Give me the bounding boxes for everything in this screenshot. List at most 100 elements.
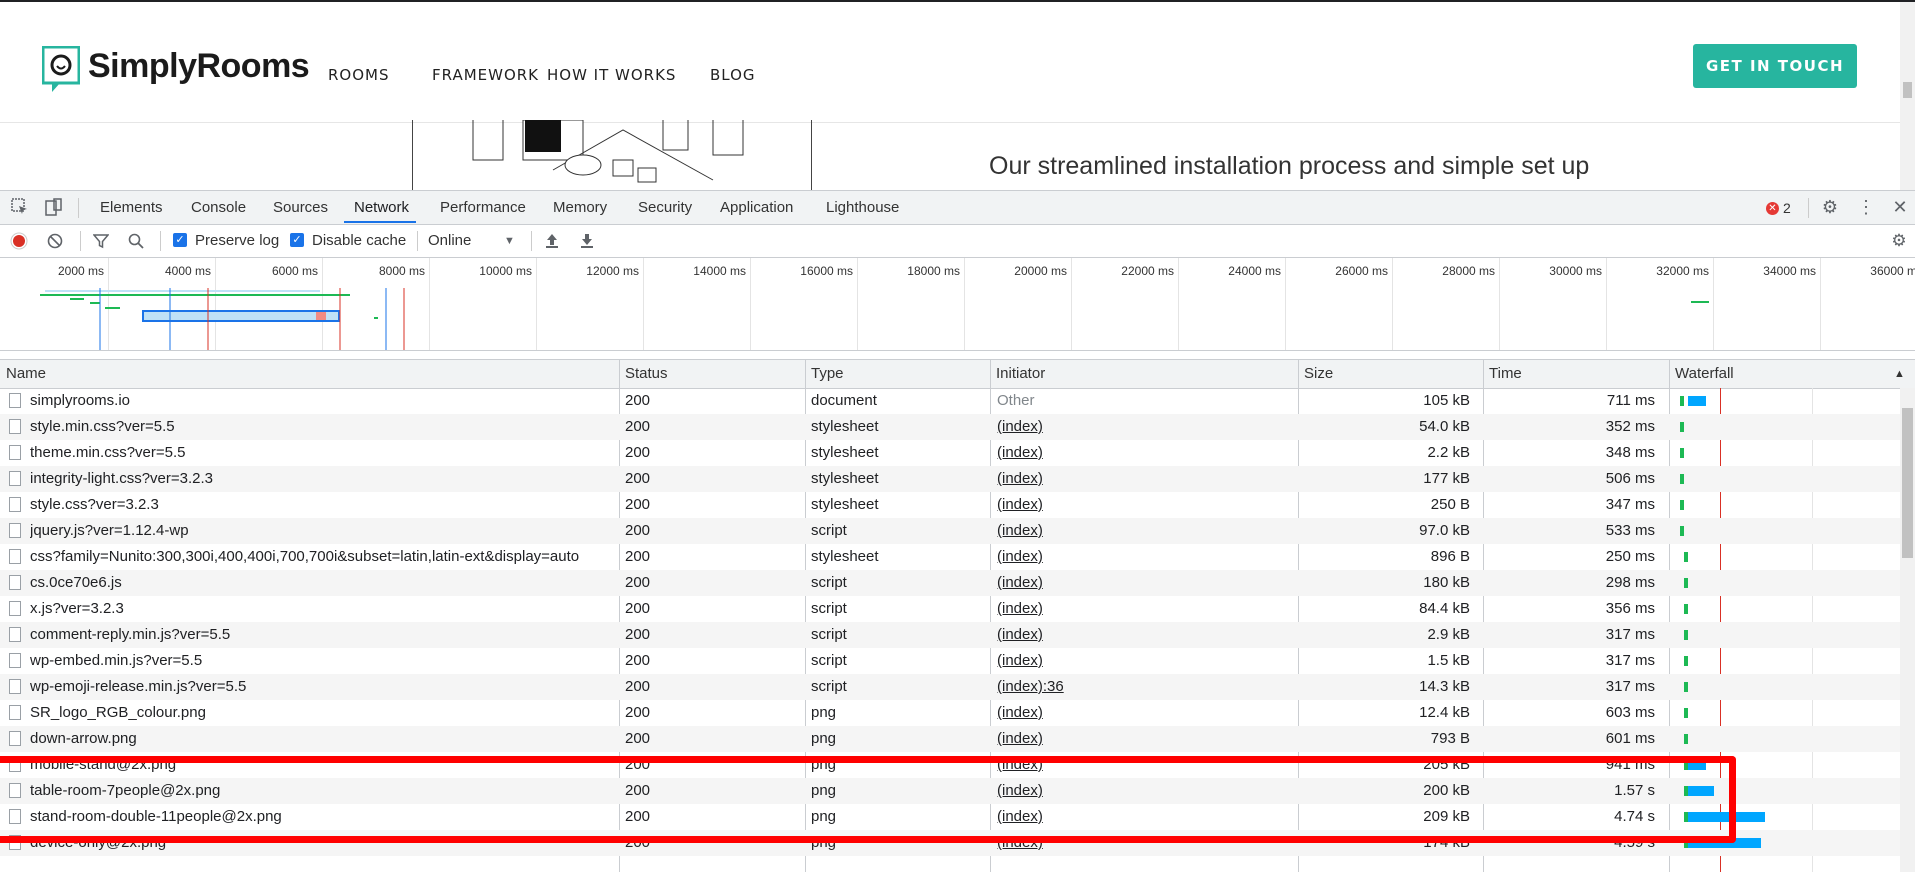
request-initiator[interactable]: (index): [997, 830, 1289, 856]
column-header-initiator[interactable]: Initiator: [990, 360, 1045, 388]
request-name[interactable]: jquery.js?ver=1.12.4-wp: [30, 518, 615, 544]
tab-lighthouse[interactable]: Lighthouse: [826, 191, 899, 224]
export-har-icon[interactable]: [578, 232, 596, 250]
request-initiator[interactable]: (index): [997, 648, 1289, 674]
request-initiator[interactable]: (index): [997, 752, 1289, 778]
request-row[interactable]: table-room-7people@2x.png 200 png (index) 20…: [0, 778, 1900, 804]
column-divider[interactable]: [1669, 360, 1670, 388]
request-name[interactable]: style.min.css?ver=5.5: [30, 414, 615, 440]
nav-framework[interactable]: FRAMEWORK: [432, 66, 539, 84]
request-row[interactable]: jquery.js?ver=1.12.4-wp 200 script (index) 9…: [0, 518, 1900, 544]
tab-performance[interactable]: Performance: [440, 191, 526, 224]
tab-application[interactable]: Application: [720, 191, 793, 224]
column-divider[interactable]: [805, 360, 806, 388]
request-initiator[interactable]: (index): [997, 466, 1289, 492]
request-name[interactable]: style.css?ver=3.2.3: [30, 492, 615, 518]
nav-how-it-works[interactable]: HOW IT WORKS: [547, 66, 676, 84]
sort-up-icon[interactable]: ▲: [1888, 360, 1905, 388]
more-options-icon[interactable]: ⋮: [1856, 197, 1876, 217]
request-initiator[interactable]: (index): [997, 804, 1289, 830]
request-row[interactable]: style.css?ver=3.2.3 200 stylesheet (index) 2…: [0, 492, 1900, 518]
get-in-touch-button[interactable]: GET IN TOUCH: [1693, 44, 1857, 88]
request-row[interactable]: comment-reply.min.js?ver=5.5 200 script (in…: [0, 622, 1900, 648]
request-name[interactable]: stand-room-double-11people@2x.png: [30, 804, 615, 830]
tab-elements[interactable]: Elements: [100, 191, 163, 224]
record-icon[interactable]: [10, 232, 28, 250]
request-row[interactable]: x.js?ver=3.2.3 200 script (index) 84.4 kB 356…: [0, 596, 1900, 622]
request-row[interactable]: device-only@2x.png 200 png (index) 174 kB 4.5…: [0, 830, 1900, 856]
request-initiator[interactable]: (index): [997, 492, 1289, 518]
column-header-name[interactable]: Name: [0, 360, 46, 388]
column-header-time[interactable]: Time: [1483, 360, 1522, 388]
page-scrollbar-thumb[interactable]: [1903, 82, 1912, 98]
request-name[interactable]: device-only@2x.png: [30, 830, 615, 856]
tab-sources[interactable]: Sources: [273, 191, 328, 224]
disable-cache-label[interactable]: Disable cache: [312, 225, 406, 257]
preserve-log-checkbox[interactable]: ✓: [173, 233, 187, 247]
disable-cache-checkbox[interactable]: ✓: [290, 233, 304, 247]
column-divider[interactable]: [990, 360, 991, 388]
site-logo[interactable]: SimplyRooms: [41, 42, 310, 92]
nav-rooms[interactable]: ROOMS: [328, 66, 390, 84]
request-row[interactable]: css?family=Nunito:300,300i,400,400i,700,…: [0, 544, 1900, 570]
request-name[interactable]: down-arrow.png: [30, 726, 615, 752]
request-name[interactable]: mobile-stand@2x.png: [30, 752, 615, 778]
chevron-down-icon[interactable]: ▼: [504, 225, 515, 257]
request-name[interactable]: integrity-light.css?ver=3.2.3: [30, 466, 615, 492]
request-name[interactable]: x.js?ver=3.2.3: [30, 596, 615, 622]
request-name[interactable]: css?family=Nunito:300,300i,400,400i,700,…: [30, 544, 615, 570]
request-initiator[interactable]: (index): [997, 700, 1289, 726]
request-row[interactable]: cs.0ce70e6.js 200 script (index) 180 kB 298 m…: [0, 570, 1900, 596]
tab-console[interactable]: Console: [191, 191, 246, 224]
network-overview-timeline[interactable]: 2000 ms 4000 ms 6000 ms 8000 ms 10000 ms 1200…: [0, 258, 1915, 351]
settings-gear-icon[interactable]: ⚙: [1820, 197, 1840, 217]
tab-memory[interactable]: Memory: [553, 191, 607, 224]
request-initiator[interactable]: (index): [997, 570, 1289, 596]
inspect-element-icon[interactable]: [10, 197, 30, 217]
column-header-waterfall[interactable]: Waterfall: [1669, 360, 1734, 388]
column-divider[interactable]: [1298, 360, 1299, 388]
request-row[interactable]: integrity-light.css?ver=3.2.3 200 styleshe…: [0, 466, 1900, 492]
request-row[interactable]: wp-emoji-release.min.js?ver=5.5 200 script…: [0, 674, 1900, 700]
request-name[interactable]: table-room-7people@2x.png: [30, 778, 615, 804]
page-scrollbar[interactable]: [1900, 2, 1915, 192]
request-row[interactable]: SR_logo_RGB_colour.png 200 png (index) 12.4 …: [0, 700, 1900, 726]
request-initiator[interactable]: (index): [997, 414, 1289, 440]
request-row[interactable]: down-arrow.png 200 png (index) 793 B 601 ms: [0, 726, 1900, 752]
request-initiator[interactable]: (index): [997, 778, 1289, 804]
request-initiator[interactable]: (index):36: [997, 674, 1289, 700]
request-name[interactable]: cs.0ce70e6.js: [30, 570, 615, 596]
request-name[interactable]: wp-emoji-release.min.js?ver=5.5: [30, 674, 615, 700]
filter-icon[interactable]: [92, 232, 110, 250]
request-name[interactable]: SR_logo_RGB_colour.png: [30, 700, 615, 726]
request-row[interactable]: mobile-stand@2x.png 200 png (index) 205 kB 94…: [0, 752, 1900, 778]
error-counter[interactable]: ✕ 2: [1766, 200, 1791, 216]
column-header-status[interactable]: Status: [619, 360, 668, 388]
column-header-size[interactable]: Size: [1298, 360, 1333, 388]
request-row[interactable]: style.min.css?ver=5.5 200 stylesheet (index…: [0, 414, 1900, 440]
tab-security[interactable]: Security: [638, 191, 692, 224]
preserve-log-label[interactable]: Preserve log: [195, 225, 279, 257]
request-row[interactable]: stand-room-double-11people@2x.png 200 png (…: [0, 804, 1900, 830]
request-row[interactable]: simplyrooms.io 200 document Other 105 kB 711 …: [0, 388, 1900, 414]
import-har-icon[interactable]: [543, 232, 561, 250]
column-header-type[interactable]: Type: [805, 360, 844, 388]
request-initiator[interactable]: (index): [997, 440, 1289, 466]
nav-blog[interactable]: BLOG: [710, 66, 756, 84]
tab-network[interactable]: Network: [354, 191, 409, 224]
device-toolbar-icon[interactable]: [44, 197, 64, 217]
throttle-select[interactable]: Online: [428, 225, 471, 257]
request-initiator[interactable]: (index): [997, 622, 1289, 648]
request-initiator[interactable]: (index): [997, 518, 1289, 544]
close-devtools-icon[interactable]: ✕: [1890, 197, 1910, 217]
clear-icon[interactable]: [46, 232, 64, 250]
column-divider[interactable]: [1483, 360, 1484, 388]
request-initiator[interactable]: (index): [997, 726, 1289, 752]
request-name[interactable]: comment-reply.min.js?ver=5.5: [30, 622, 615, 648]
requests-scrollbar-thumb[interactable]: [1902, 408, 1913, 558]
network-settings-gear-icon[interactable]: ⚙: [1890, 231, 1908, 250]
request-initiator[interactable]: (index): [997, 544, 1289, 570]
request-initiator[interactable]: (index): [997, 596, 1289, 622]
request-row[interactable]: wp-embed.min.js?ver=5.5 200 script (index) 1…: [0, 648, 1900, 674]
column-divider[interactable]: [619, 360, 620, 388]
